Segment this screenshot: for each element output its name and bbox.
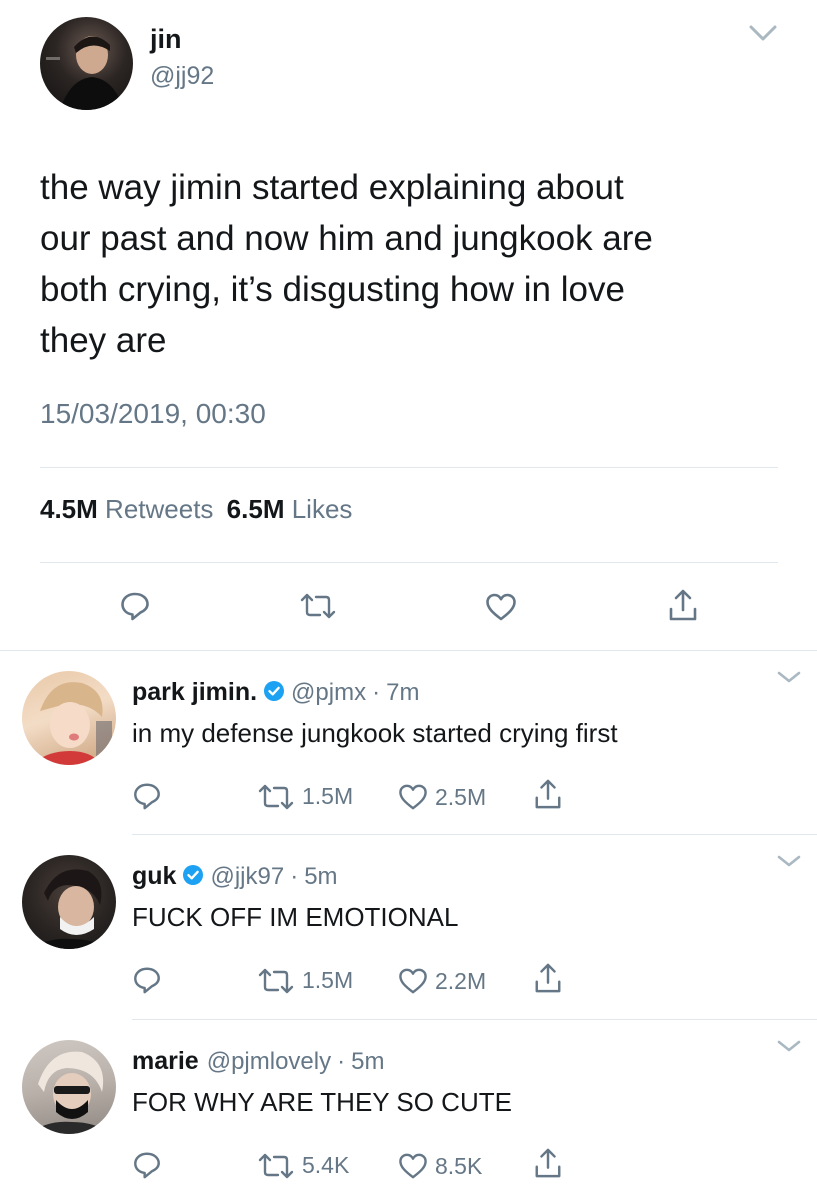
share-action[interactable]	[533, 1147, 563, 1184]
retweet-count: 5.4K	[302, 1152, 350, 1178]
heart-icon	[399, 784, 427, 810]
share-icon	[535, 1148, 561, 1178]
retweets-count: 4.5M	[40, 494, 98, 524]
reply-author-name[interactable]: marie	[132, 1047, 199, 1075]
reply-icon	[121, 592, 149, 621]
tweet-stats: 4.5M Retweets 6.5M Likes	[40, 494, 352, 525]
separator-dot: ·	[372, 679, 381, 706]
author-handle[interactable]: @jj92	[150, 62, 214, 91]
reply-icon	[134, 967, 160, 994]
share-action[interactable]	[533, 778, 563, 815]
verified-badge-icon	[263, 680, 285, 707]
divider	[40, 467, 778, 468]
verified-badge-icon	[182, 864, 204, 891]
reply-text: FOR WHY ARE THEY SO CUTE	[132, 1087, 512, 1117]
author-name[interactable]: jin	[150, 24, 182, 55]
reply-time[interactable]: 7m	[386, 679, 419, 706]
avatar[interactable]	[22, 855, 116, 949]
reply-text: FUCK OFF IM EMOTIONAL	[132, 902, 459, 932]
likes-label: Likes	[291, 494, 353, 524]
retweet-action[interactable]: 5.4K	[258, 1152, 349, 1179]
chevron-down-icon[interactable]	[776, 852, 802, 870]
likes-count: 6.5M	[226, 494, 285, 524]
heart-icon	[486, 593, 516, 621]
reply-action[interactable]	[132, 1150, 162, 1185]
retweet-icon	[258, 784, 294, 809]
chevron-down-icon[interactable]	[776, 668, 802, 686]
divider	[132, 834, 817, 835]
chevron-down-icon[interactable]	[748, 22, 778, 44]
retweets-stat[interactable]: 4.5M Retweets	[40, 494, 221, 524]
like-count: 8.5K	[435, 1152, 483, 1179]
reply-icon	[134, 783, 160, 810]
like-count: 2.5M	[435, 783, 487, 810]
tweet-timestamp[interactable]: 15/03/2019, 00:30	[40, 398, 266, 430]
divider	[40, 562, 778, 563]
retweet-action[interactable]: 1.5M	[258, 967, 353, 994]
avatar[interactable]	[22, 1040, 116, 1134]
reply-handle[interactable]: @jjk97	[210, 863, 284, 890]
reply-author-name[interactable]: park jimin.	[132, 678, 257, 706]
retweet-icon	[258, 968, 294, 993]
retweet-count: 1.5M	[302, 783, 354, 809]
retweet-action[interactable]: 1.5M	[258, 783, 353, 810]
reply-time[interactable]: 5m	[351, 1048, 384, 1075]
reply-handle[interactable]: @pjmx	[291, 679, 366, 706]
tweet-text-line: our past and now him and jungkook are	[40, 219, 653, 258]
share-icon	[669, 589, 697, 621]
like-count: 2.2M	[435, 967, 487, 994]
tweet-text-line: they are	[40, 321, 167, 360]
like-action[interactable]: 2.5M	[398, 783, 486, 811]
likes-stat[interactable]: 6.5M Likes	[227, 494, 353, 524]
avatar[interactable]	[40, 17, 133, 110]
avatar[interactable]	[22, 671, 116, 765]
reply-action[interactable]	[119, 590, 151, 627]
retweet-icon	[258, 1153, 294, 1178]
reply-text: in my defense jungkook started crying fi…	[132, 718, 618, 748]
reply-header: marie @pjmlovely · 5m	[132, 1047, 384, 1076]
reply-header: guk @jjk97 · 5m	[132, 862, 338, 891]
like-action[interactable]: 8.5K	[398, 1152, 482, 1180]
reply-time[interactable]: 5m	[304, 863, 337, 890]
divider	[132, 1019, 817, 1020]
retweet-count: 1.5M	[302, 967, 354, 993]
like-action[interactable]	[485, 592, 517, 627]
divider	[0, 650, 817, 651]
share-icon	[535, 779, 561, 809]
reply-action[interactable]	[132, 781, 162, 816]
separator-dot: ·	[290, 863, 299, 890]
tweet-text-line: the way jimin started explaining about	[40, 168, 624, 207]
tweet-text-line: both crying, it’s disgusting how in love	[40, 270, 625, 309]
heart-icon	[399, 968, 427, 994]
separator-dot: ·	[337, 1048, 346, 1075]
retweet-action[interactable]	[300, 593, 336, 624]
share-action[interactable]	[667, 588, 699, 627]
reply-action[interactable]	[132, 965, 162, 1000]
reply-icon	[134, 1152, 160, 1179]
tweet-body: the way jimin started explaining about o…	[40, 162, 800, 366]
reply-handle[interactable]: @pjmlovely	[207, 1048, 331, 1075]
retweets-label: Retweets	[105, 494, 214, 524]
heart-icon	[399, 1153, 427, 1179]
like-action[interactable]: 2.2M	[398, 967, 486, 995]
retweet-icon	[300, 593, 336, 619]
chevron-down-icon[interactable]	[776, 1037, 802, 1055]
reply-header: park jimin. @pjmx · 7m	[132, 678, 419, 707]
share-icon	[535, 963, 561, 993]
share-action[interactable]	[533, 962, 563, 999]
reply-author-name[interactable]: guk	[132, 862, 176, 890]
